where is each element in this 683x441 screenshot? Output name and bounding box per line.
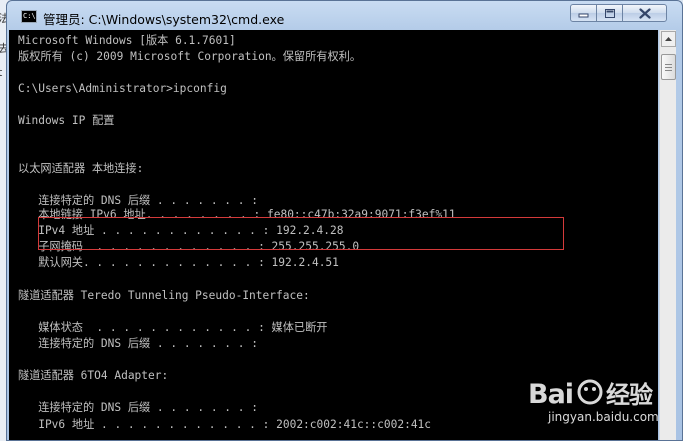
scroll-up-button[interactable] [661,31,676,47]
ipv4-highlight-box [38,217,564,250]
console-line: 默认网关. . . . . . . . . . . . . : 192.2.4.… [18,256,339,269]
baidu-jingyan-watermark: Bai 经验 jingyan.baidu.com [528,373,678,433]
svg-text:经验: 经验 [606,381,653,409]
console-line: Microsoft Windows [版本 6.1.7601] [18,34,236,47]
scroll-up-icon [665,37,672,41]
console-line: 连接特定的 DNS 后缀 . . . . . . . : [18,401,258,414]
console-line: IPv6 地址 . . . . . . . . . . . . : 2002:c… [18,418,432,431]
minimize-icon [578,13,589,18]
console-line: 隧道适配器 Teredo Tunneling Pseudo-Interface: [18,289,310,302]
maximize-button[interactable] [596,4,623,22]
watermark-url: jingyan.baidu.com [548,410,659,424]
svg-text:Bai: Bai [528,379,573,410]
close-icon [638,8,651,19]
console-line: 隧道适配器 6TO4 Adapter: [18,369,169,382]
watermark-logo-graphic: Bai 经验 [528,379,654,410]
maximize-icon [604,9,615,18]
minimize-button[interactable] [570,4,597,22]
cmd-app-icon[interactable]: C:\ [21,10,37,23]
console-line: 连接特定的 DNS 后缀 . . . . . . . : [18,337,258,350]
console-line: 版权所有 (c) 2009 Microsoft Corporation。保留所有… [18,50,362,63]
scrollbar-thumb[interactable] [661,54,676,80]
console-line: C:\Users\Administrator>ipconfig [18,82,227,95]
console-line: Windows IP 配置 [18,114,115,127]
console-line: 以太网适配器 本地连接: [18,162,144,175]
console-line: 媒体状态 . . . . . . . . . . . . : 媒体已断开 [18,321,328,334]
title-bar[interactable]: C:\ 管理员: C:\Windows\system32\cmd.exe [7,1,682,31]
window-title: 管理员: C:\Windows\system32\cmd.exe [43,12,285,27]
background-text-fragment: t [0,66,3,79]
close-button[interactable] [622,4,667,22]
